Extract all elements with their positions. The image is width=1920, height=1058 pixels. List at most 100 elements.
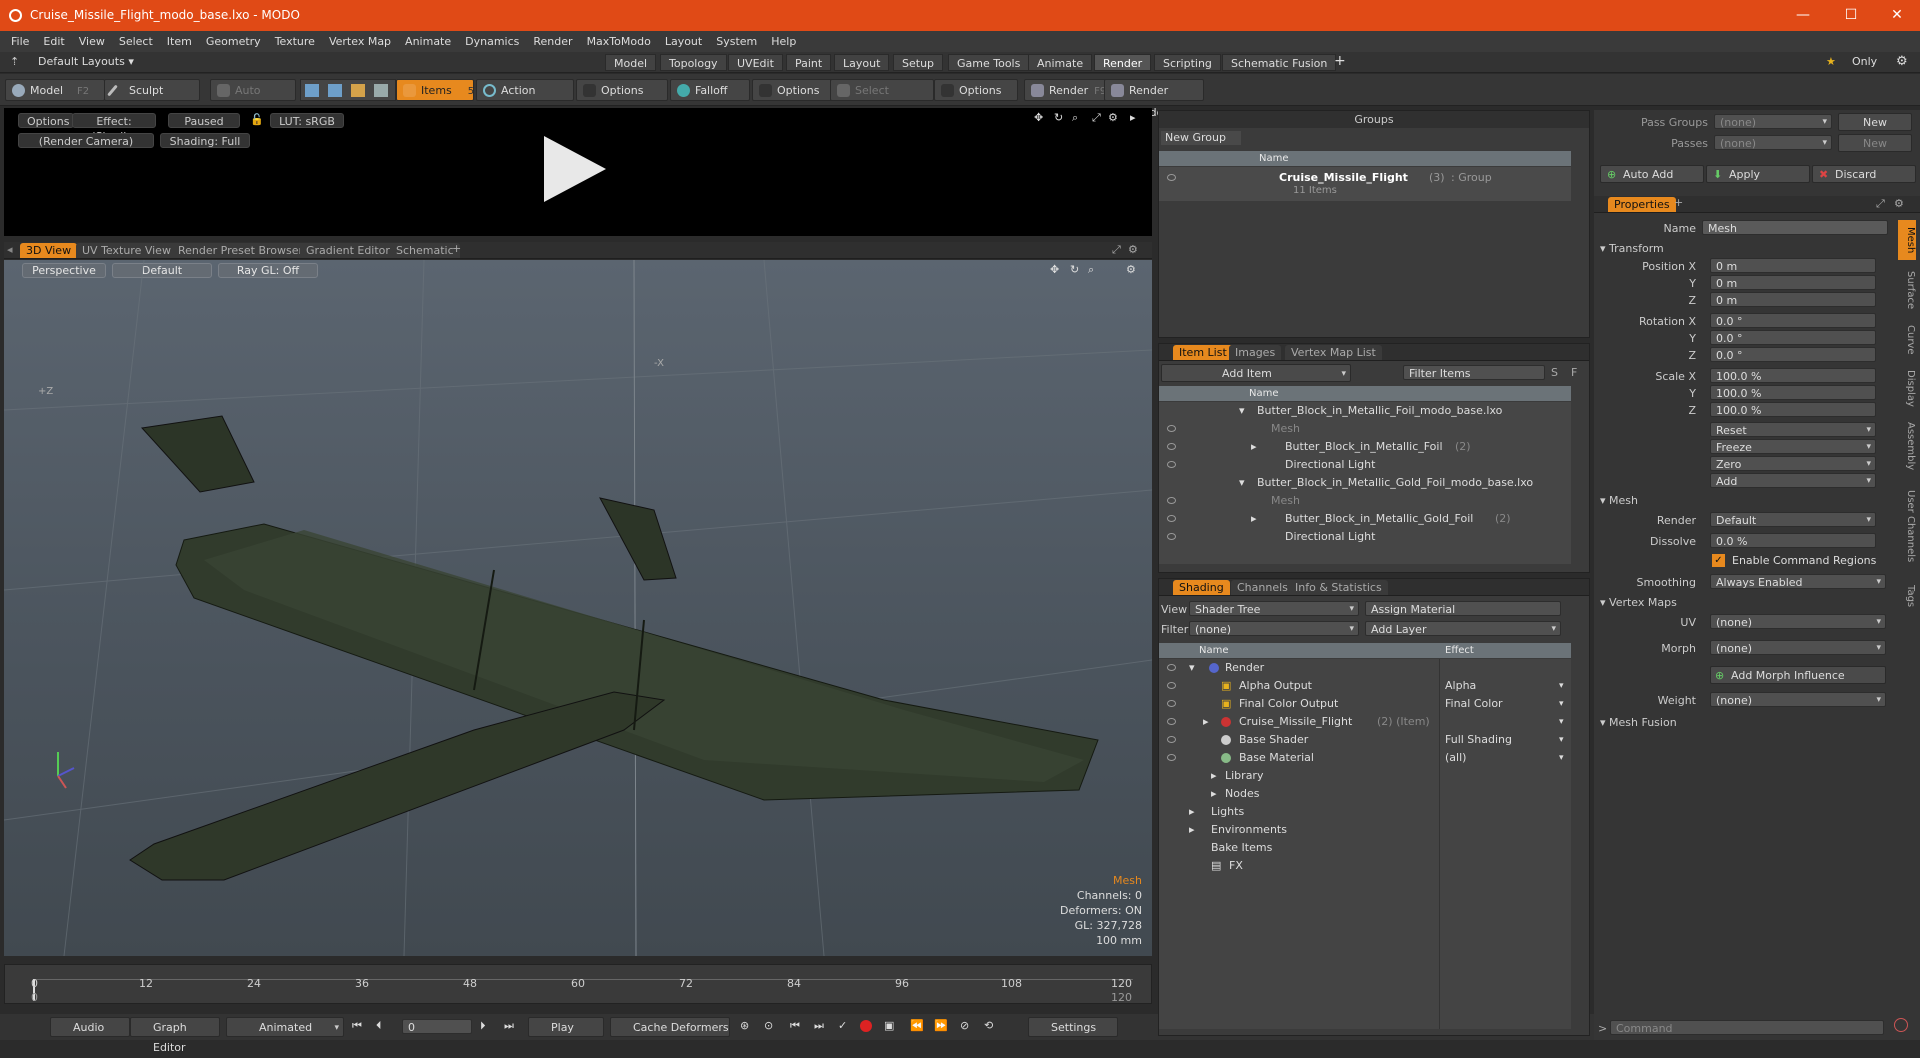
render-dropdown[interactable]: Default [1710,512,1876,528]
add-tab-icon[interactable]: + [1334,53,1346,69]
side-tab-assembly[interactable]: Assembly [1898,416,1916,476]
shader-row[interactable]: ▾ Render [1159,659,1571,677]
filter-dropdown[interactable]: (none) [1189,621,1359,637]
tab-uvedit[interactable]: UVEdit [728,54,783,71]
menu-item[interactable]: Item [160,31,199,52]
render-button[interactable]: Render F9 [1024,79,1106,101]
rotation-y-field[interactable]: 0.0 ° [1710,330,1876,345]
autokey-icon[interactable]: ⊙ [764,1019,773,1032]
assign-material-button[interactable]: Assign Material [1365,601,1561,616]
shader-row[interactable]: Bake Items [1159,839,1571,857]
layout-collapse-icon[interactable]: ⇡ [10,55,19,68]
menu-file[interactable]: File [4,31,36,52]
tab-topology[interactable]: Topology [660,54,727,71]
expand-arrow-icon[interactable]: ▾ [1239,474,1245,492]
add-layer-dropdown[interactable]: Add Layer [1365,621,1561,637]
expand-arrow-icon[interactable]: ▸ [1251,438,1257,456]
search-s-button[interactable]: S [1551,366,1558,379]
preview-paused-button[interactable]: Paused [168,113,240,128]
new-pass-group-button[interactable]: New [1838,113,1912,131]
view-dropdown[interactable]: Shader Tree [1189,601,1359,617]
menu-view[interactable]: View [72,31,112,52]
expand-arrow-icon[interactable]: ▸ [1189,821,1195,839]
passes-dropdown[interactable]: (none) [1714,135,1832,151]
prev-keyframe-icon[interactable]: ⏪ [910,1019,924,1032]
side-tab-mesh[interactable]: Mesh [1898,220,1916,260]
new-group-button[interactable]: New Group [1161,131,1241,145]
expand-arrow-icon[interactable]: ▸ [1203,713,1209,731]
tab-properties[interactable]: Properties [1608,197,1676,212]
command-input[interactable]: Command [1610,1020,1884,1035]
menu-layout[interactable]: Layout [658,31,709,52]
list-item[interactable]: ▾ Butter_Block_in_Metallic_Foil_modo_base… [1159,402,1571,420]
shader-row[interactable]: ▣ Final Color Output Final Color ▾ [1159,695,1571,713]
list-item[interactable]: Mesh [1159,492,1571,510]
tab-layout[interactable]: Layout [834,54,890,71]
tab-render[interactable]: Render [1094,54,1152,71]
select-options-button[interactable]: Options [934,79,1018,101]
shader-row[interactable]: ▸ Cruise_Missile_Flight (2) (Item) ▾ [1159,713,1571,731]
timeline[interactable]: 0 12 24 36 48 60 72 84 96 108 120 0 120 [4,964,1152,1004]
shader-row[interactable]: ▸ Environments [1159,821,1571,839]
tab-schematic-fusion[interactable]: Schematic Fusion [1222,54,1337,71]
morph-dropdown[interactable]: (none) [1710,640,1886,656]
only-toggle[interactable]: Only [1852,55,1877,68]
select-through-button[interactable]: Select Through [830,79,934,119]
side-tab-surface[interactable]: Surface [1898,264,1916,316]
add-tab-icon[interactable]: + [1674,196,1683,209]
tab-setup[interactable]: Setup [893,54,944,71]
enable-command-regions-checkbox[interactable]: ✓ [1712,554,1725,567]
list-item[interactable]: Mesh [1159,420,1571,438]
falloff-button[interactable]: Falloff [670,79,750,101]
visibility-icon[interactable] [1167,754,1176,761]
list-item[interactable]: ▸ Butter_Block_in_Metallic_Gold_Foil (2) [1159,510,1571,528]
apply-button[interactable]: ⬇ Apply [1706,165,1810,183]
rotation-z-field[interactable]: 0.0 ° [1710,347,1876,362]
effect-dropdown-icon[interactable]: ▾ [1559,731,1564,749]
position-x-field[interactable]: 0 m [1710,258,1876,273]
menu-edit[interactable]: Edit [36,31,71,52]
tab-animate[interactable]: Animate [1028,54,1093,71]
add-dropdown[interactable]: Add [1710,473,1876,489]
play-icon[interactable] [544,136,606,202]
scale-z-field[interactable]: 100.0 % [1710,402,1876,417]
preview-effect-dropdown[interactable]: Effect: (Shadi... [72,113,156,143]
tab-gradient-editor[interactable]: Gradient Editor [300,243,396,258]
list-item[interactable]: ▾ Butter_Block_in_Metallic_Gold_Foil_modo… [1159,474,1571,492]
gear-icon[interactable]: ⚙ [1128,243,1138,256]
new-pass-button[interactable]: New [1838,134,1912,152]
visibility-icon[interactable] [1167,736,1176,743]
visibility-icon[interactable] [1167,664,1176,671]
tab-uv-texture-view[interactable]: UV Texture View [76,243,177,258]
shader-row[interactable]: ▤ FX [1159,857,1571,875]
mesh-section[interactable]: ▾ Mesh [1600,494,1638,507]
tab-scripting[interactable]: Scripting [1154,54,1221,71]
menu-animate[interactable]: Animate [398,31,458,52]
side-tab-tags[interactable]: Tags [1898,576,1916,616]
side-tab-display[interactable]: Display [1898,364,1916,412]
render-camera-dropdown[interactable]: (Render Camera) [18,133,154,148]
vertices-mode-icon[interactable] [305,84,319,97]
menu-geometry[interactable]: Geometry [199,31,268,52]
lut-dropdown[interactable]: LUT: sRGB [270,113,344,128]
preview-options-button[interactable]: Options [18,113,74,128]
add-item-dropdown[interactable]: Add Item [1161,364,1351,383]
effect-dropdown-icon[interactable]: ▾ [1559,749,1564,767]
close-button[interactable]: ✕ [1874,0,1920,31]
render-window-button[interactable]: Render Window [1104,79,1204,119]
freeze-dropdown[interactable]: Freeze [1710,439,1876,455]
key-icon[interactable]: ⊛ [740,1019,749,1032]
action-center-options-button[interactable]: Options [576,79,668,101]
audio-button[interactable]: Audio [50,1017,130,1037]
settings-button[interactable]: Settings [1028,1017,1118,1037]
current-frame-field[interactable]: 0 [402,1019,472,1034]
shader-row[interactable]: ▸ Library [1159,767,1571,785]
auto-select-button[interactable]: Auto Select [210,79,296,119]
menu-texture[interactable]: Texture [268,31,322,52]
auto-add-button[interactable]: ⊕ Auto Add [1600,165,1704,183]
vertex-maps-section[interactable]: ▾ Vertex Maps [1600,596,1677,609]
lock-icon[interactable]: 🔓 [250,113,264,126]
maximize-icon[interactable]: ⤢ [1876,197,1885,211]
visibility-icon[interactable] [1167,515,1176,522]
tab-channels[interactable]: Channels [1231,580,1294,595]
